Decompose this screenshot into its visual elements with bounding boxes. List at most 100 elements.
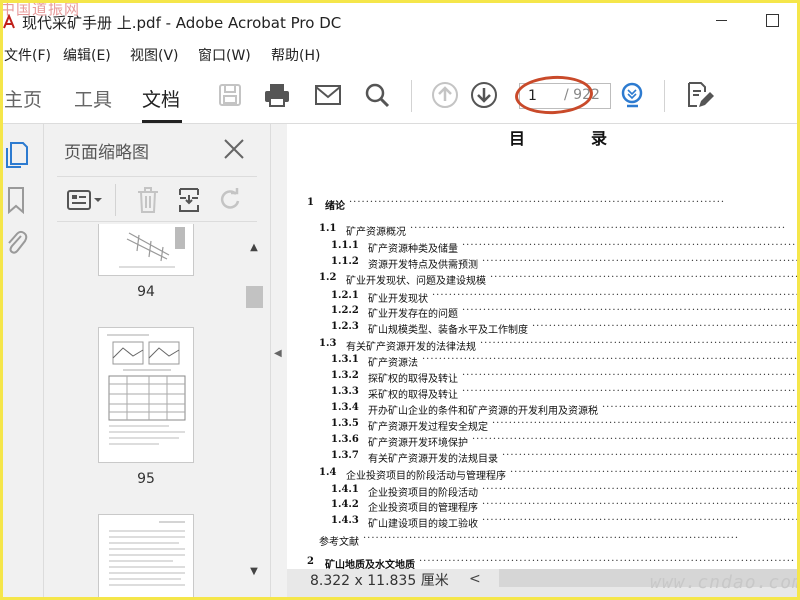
close-icon[interactable]	[221, 136, 247, 162]
thumbnail-scrollbar[interactable]: ▲ ▼	[243, 240, 265, 588]
toc-leader-dots: ········································…	[532, 321, 800, 332]
edit-pdf-icon[interactable]	[685, 80, 715, 110]
save-icon[interactable]	[215, 80, 245, 110]
toc-leader-dots: ········································…	[482, 256, 800, 267]
toc-entry-number: 1.1.1	[331, 240, 359, 251]
toc-entry[interactable]: 1.4 企业投资项目的阶段活动与管理程序 ·····················…	[287, 467, 800, 483]
panel-title: 页面缩略图	[64, 143, 149, 163]
page-thumbnails-icon[interactable]	[4, 140, 28, 168]
toc-leader-dots: ········································…	[482, 499, 800, 510]
toc-entry[interactable]: 1.2 矿业开发现状、问题及建设规模 ·······················…	[287, 272, 800, 288]
active-tab-indicator	[142, 120, 182, 123]
toc-leader-dots: ········································…	[432, 290, 800, 301]
zoom-icon[interactable]	[618, 80, 648, 110]
page-down-icon[interactable]	[469, 80, 499, 110]
page-thumbnail-94[interactable]	[98, 224, 194, 276]
document-viewer[interactable]: 目 录 1 绪论 ·································…	[287, 124, 800, 600]
page-thumbnails-panel: 页面缩略图 94 95 ▲ ▼	[45, 124, 270, 600]
toc-entry-title: 企业投资项目的阶段活动	[368, 488, 478, 499]
tab-tools[interactable]: 工具	[74, 85, 112, 112]
toc-heading-left: 目	[509, 129, 526, 148]
toc-entry[interactable]: 1.1 矿产资源概况 ·······························…	[287, 223, 800, 239]
toc-entry-title: 探矿权的取得及转让	[368, 374, 458, 385]
toc-entry[interactable]: 1.2.2 矿业开发存在的问题 ··························…	[287, 305, 800, 321]
toc-leader-dots: ········································…	[363, 533, 740, 544]
toc-leader-dots: ········································…	[419, 556, 796, 567]
toc-leader-dots: ········································…	[482, 515, 800, 526]
toc-entry-number: 1.3	[319, 338, 337, 349]
toc-entry-title: 参考文献	[319, 537, 359, 548]
rotate-icon[interactable]	[215, 185, 245, 215]
toc-entry[interactable]: 1.4.3 矿山建设项目的竣工验收 ························…	[287, 515, 800, 531]
page-thumbnail-95[interactable]	[98, 327, 194, 463]
search-icon[interactable]	[362, 80, 392, 110]
toc-entry-title: 矿业开发存在的问题	[368, 309, 458, 320]
bookmark-icon[interactable]	[4, 186, 28, 214]
toc-entry[interactable]: 1.3.7 有关矿产资源开发的法规目录 ······················…	[287, 450, 800, 466]
toc-leader-dots: ········································…	[462, 386, 800, 397]
menu-file[interactable]: 文件(F)	[4, 45, 51, 65]
scroll-down-arrow[interactable]: ▼	[246, 566, 262, 580]
print-icon[interactable]	[262, 80, 292, 110]
toc-entry-title: 企业投资项目的阶段活动与管理程序	[346, 471, 506, 482]
toc-entry[interactable]: 1.3.4 开办矿山企业的条件和矿产资源的开发利用及资源税 ············…	[287, 402, 800, 418]
toc-entry[interactable]: 1.3.5 矿产资源开发过程安全规定 ·······················…	[287, 418, 800, 434]
toc-entry[interactable]: 1.4.1 企业投资项目的阶段活动 ························…	[287, 484, 800, 500]
menu-window[interactable]: 窗口(W)	[198, 45, 251, 65]
window-title: 现代采矿手册 上.pdf - Adobe Acrobat Pro DC	[22, 14, 342, 32]
toc-entry[interactable]: 1.3 有关矿产资源开发的法律法规 ························…	[287, 338, 800, 354]
page-options-icon[interactable]	[65, 185, 105, 215]
maximize-button[interactable]	[757, 8, 787, 32]
toc-entry[interactable]: 参考文献 ····································…	[287, 533, 800, 549]
email-icon[interactable]	[313, 80, 343, 110]
scroll-thumb[interactable]	[246, 286, 263, 308]
toc-leader-dots: ········································…	[462, 305, 800, 316]
delete-icon[interactable]	[133, 185, 163, 215]
toc-entry-number: 1.3.7	[331, 450, 359, 461]
menu-view[interactable]: 视图(V)	[130, 45, 179, 65]
menu-help[interactable]: 帮助(H)	[271, 45, 320, 65]
toc-entry[interactable]: 1.2.1 矿业开发现状 ·····························…	[287, 290, 800, 306]
toc-leader-dots: ········································…	[462, 370, 800, 381]
toc-entry[interactable]: 1.3.3 采矿权的取得及转让 ··························…	[287, 386, 800, 402]
thumbnail-page-number: 94	[137, 284, 155, 300]
scroll-left-arrow[interactable]: <	[469, 571, 481, 587]
panel-splitter[interactable]: ◀	[270, 124, 286, 600]
toc-entry-number: 1	[307, 197, 314, 208]
toc-entry-title: 矿产资源法	[368, 358, 418, 369]
page-number-input[interactable]	[528, 87, 554, 105]
page-up-icon[interactable]	[430, 80, 460, 110]
tab-document[interactable]: 文档	[142, 85, 180, 112]
toc-leader-dots: ········································…	[410, 223, 787, 234]
tab-home[interactable]: 主页	[4, 85, 42, 112]
scroll-up-arrow[interactable]: ▲	[246, 242, 262, 256]
toc-entry-title: 矿产资源开发环境保护	[368, 438, 468, 449]
thumbnail-toolbar	[57, 176, 257, 222]
navigation-rail	[0, 124, 44, 600]
toc-entry-number: 1.1.2	[331, 256, 359, 267]
thumbnail-page-number: 95	[137, 471, 155, 487]
extract-icon[interactable]	[174, 185, 204, 215]
toc-entry-number: 1.2.1	[331, 290, 359, 301]
toc-entry-title: 有关矿产资源开发的法律法规	[346, 342, 476, 353]
toc-entry[interactable]: 1.1.2 资源开发特点及供需预测 ························…	[287, 256, 800, 272]
toc-entry-number: 1.1	[319, 223, 337, 234]
collapse-panel-arrow[interactable]: ◀	[274, 348, 282, 359]
toc-entry[interactable]: 1 绪论 ·····································…	[287, 197, 800, 213]
page-thumbnail-96[interactable]	[98, 514, 194, 600]
menu-edit[interactable]: 编辑(E)	[63, 45, 111, 65]
attachment-icon[interactable]	[4, 228, 28, 256]
toc-entry[interactable]: 1.3.6 矿产资源开发环境保护 ·························…	[287, 434, 800, 450]
toc-entry[interactable]: 1.3.1 矿产资源法 ······························…	[287, 354, 800, 370]
toc-entry[interactable]: 1.2.3 矿山规模类型、装备水平及工作制度 ···················…	[287, 321, 800, 337]
toc-leader-dots: ········································…	[482, 484, 800, 495]
toc-entry[interactable]: 1.1.1 矿产资源种类及储量 ··························…	[287, 240, 800, 256]
toc-entry-number: 1.4	[319, 467, 337, 478]
toc-entry[interactable]: 1.3.2 探矿权的取得及转让 ··························…	[287, 370, 800, 386]
toc-leader-dots: ········································…	[462, 240, 800, 251]
toc-entry-title: 采矿权的取得及转让	[368, 390, 458, 401]
watermark-bottom: www.cndao.com	[650, 572, 800, 593]
toc-entry[interactable]: 1.4.2 企业投资项目的管理程序 ························…	[287, 499, 800, 515]
toc-leader-dots: ········································…	[502, 450, 800, 461]
minimize-button[interactable]	[706, 8, 736, 32]
